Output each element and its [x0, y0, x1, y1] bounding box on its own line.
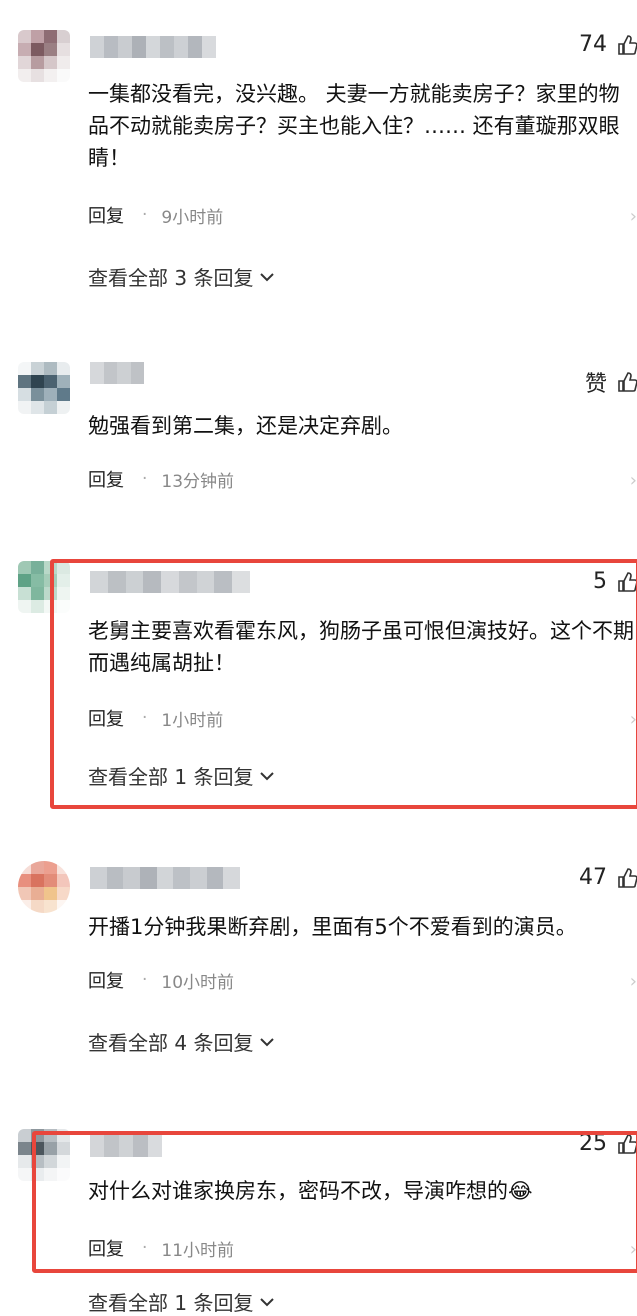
- like-label: 赞: [584, 372, 607, 397]
- view-all-replies-button[interactable]: 查看全部 1 条回复: [88, 1287, 275, 1316]
- view-all-replies-button[interactable]: 查看全部 4 条回复: [88, 1027, 275, 1056]
- like-count: 74: [579, 32, 607, 57]
- chevron-down-icon: [260, 1037, 275, 1046]
- avatar[interactable]: [18, 861, 70, 913]
- like-thumb-icon: [618, 867, 637, 888]
- view-replies-label: 查看全部 1 条回复: [88, 1291, 254, 1315]
- view-replies-label: 查看全部 3 条回复: [88, 266, 254, 290]
- comment-text: 一集都没看完，没兴趣。 夫妻一方就能卖房子？家里的物品不动就能卖房子？买主也能入…: [88, 82, 620, 170]
- like-button[interactable]: 74: [579, 32, 637, 57]
- chevron-down-icon: [260, 1297, 275, 1306]
- highlight-box: [32, 1131, 637, 1273]
- like-count: 47: [579, 865, 607, 890]
- view-replies-label: 查看全部 4 条回复: [88, 1031, 254, 1055]
- avatar[interactable]: [18, 30, 70, 82]
- chevron-right-icon[interactable]: ›: [630, 971, 637, 992]
- comment-meta: 回复 · 13分钟前: [88, 466, 234, 492]
- like-button[interactable]: 47: [579, 865, 637, 890]
- username[interactable]: [90, 36, 216, 58]
- chevron-right-icon[interactable]: ›: [630, 470, 637, 491]
- timestamp: 9小时前: [161, 207, 224, 228]
- comment-2: 赞 勉强看到第二集，还是决定弃剧。 回复 · 13分钟前 ›: [0, 330, 637, 555]
- username[interactable]: [90, 362, 144, 384]
- timestamp: 13分钟前: [161, 471, 235, 492]
- reply-button[interactable]: 回复: [88, 466, 124, 492]
- separator-dot: ·: [142, 205, 148, 225]
- comment-meta: 回复 · 9小时前: [88, 202, 223, 228]
- separator-dot: ·: [142, 970, 148, 990]
- like-thumb-icon: [618, 34, 637, 55]
- comment-1: 74 一集都没看完，没兴趣。 夫妻一方就能卖房子？家里的物品不动就能卖房子？买主…: [0, 0, 637, 330]
- like-thumb-icon: [618, 372, 637, 392]
- reply-button[interactable]: 回复: [88, 202, 124, 228]
- like-button[interactable]: 赞: [585, 366, 637, 398]
- separator-dot: ·: [142, 469, 148, 489]
- chevron-right-icon[interactable]: ›: [630, 206, 637, 227]
- highlight-box: [50, 559, 637, 809]
- comment-text: 开播1分钟我果断弃剧，里面有5个不爱看到的演员。: [88, 915, 577, 939]
- chevron-down-icon: [260, 272, 275, 281]
- reply-button[interactable]: 回复: [88, 967, 124, 993]
- comment-meta: 回复 · 10小时前: [88, 967, 234, 993]
- timestamp: 10小时前: [161, 972, 235, 993]
- username[interactable]: [90, 867, 240, 889]
- comment-4: 47 开播1分钟我果断弃剧，里面有5个不爱看到的演员。 回复 · 10小时前 ›…: [0, 815, 637, 1115]
- view-all-replies-button[interactable]: 查看全部 3 条回复: [88, 262, 275, 291]
- avatar[interactable]: [18, 362, 70, 414]
- comment-text: 勉强看到第二集，还是决定弃剧。: [88, 414, 403, 438]
